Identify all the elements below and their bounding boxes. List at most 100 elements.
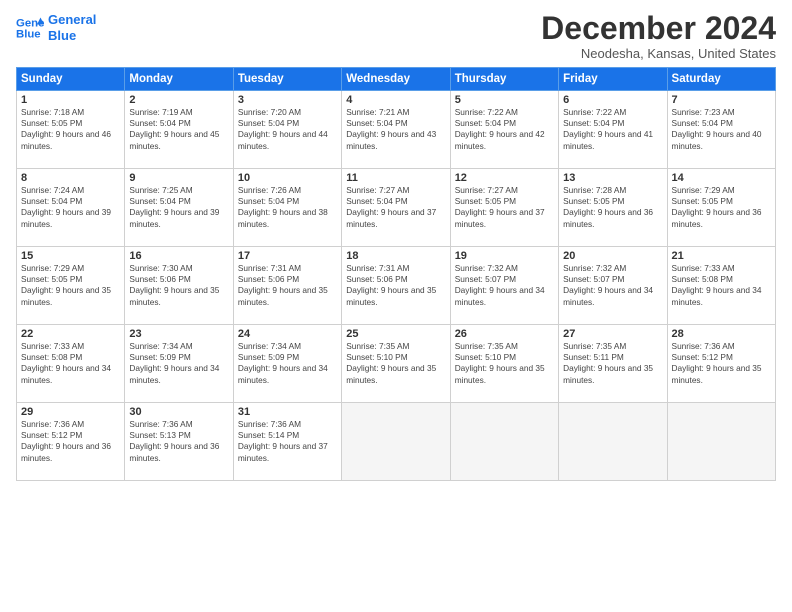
sunset-label: Sunset: 5:04 PM: [346, 118, 407, 128]
day-info: Sunrise: 7:28 AMSunset: 5:05 PMDaylight:…: [563, 185, 662, 230]
day-number: 2: [129, 94, 228, 106]
calendar-cell: 6 Sunrise: 7:22 AMSunset: 5:04 PMDayligh…: [559, 91, 667, 169]
day-info: Sunrise: 7:31 AMSunset: 5:06 PMDaylight:…: [346, 263, 445, 308]
weekday-header-monday: Monday: [125, 68, 233, 91]
calendar-cell: 11 Sunrise: 7:27 AMSunset: 5:04 PMDaylig…: [342, 169, 450, 247]
week-row-4: 22 Sunrise: 7:33 AMSunset: 5:08 PMDaylig…: [17, 325, 776, 403]
logo-line2: Blue: [48, 28, 76, 43]
day-info: Sunrise: 7:31 AMSunset: 5:06 PMDaylight:…: [238, 263, 337, 308]
sunset-label: Sunset: 5:07 PM: [455, 274, 516, 284]
sunset-label: Sunset: 5:04 PM: [129, 196, 190, 206]
day-info: Sunrise: 7:35 AMSunset: 5:10 PMDaylight:…: [346, 341, 445, 386]
weekday-header-saturday: Saturday: [667, 68, 775, 91]
sunrise-label: Sunrise: 7:36 AM: [129, 419, 192, 429]
sunset-label: Sunset: 5:10 PM: [346, 352, 407, 362]
day-number: 16: [129, 250, 228, 262]
calendar-cell: 26 Sunrise: 7:35 AMSunset: 5:10 PMDaylig…: [450, 325, 558, 403]
daylight-label: Daylight: 9 hours and 35 minutes.: [238, 285, 328, 306]
sunrise-label: Sunrise: 7:24 AM: [21, 185, 84, 195]
day-number: 28: [672, 328, 771, 340]
calendar-cell: 30 Sunrise: 7:36 AMSunset: 5:13 PMDaylig…: [125, 403, 233, 481]
calendar-cell: 21 Sunrise: 7:33 AMSunset: 5:08 PMDaylig…: [667, 247, 775, 325]
daylight-label: Daylight: 9 hours and 42 minutes.: [455, 129, 545, 150]
calendar-cell: 12 Sunrise: 7:27 AMSunset: 5:05 PMDaylig…: [450, 169, 558, 247]
calendar-cell: 1 Sunrise: 7:18 AMSunset: 5:05 PMDayligh…: [17, 91, 125, 169]
day-info: Sunrise: 7:29 AMSunset: 5:05 PMDaylight:…: [21, 263, 120, 308]
sunset-label: Sunset: 5:12 PM: [21, 430, 82, 440]
sunrise-label: Sunrise: 7:34 AM: [129, 341, 192, 351]
sunset-label: Sunset: 5:14 PM: [238, 430, 299, 440]
week-row-2: 8 Sunrise: 7:24 AMSunset: 5:04 PMDayligh…: [17, 169, 776, 247]
day-number: 25: [346, 328, 445, 340]
calendar-cell: [559, 403, 667, 481]
page-container: General Blue General Blue December 2024 …: [0, 0, 792, 489]
sunset-label: Sunset: 5:06 PM: [129, 274, 190, 284]
sunrise-label: Sunrise: 7:35 AM: [563, 341, 626, 351]
weekday-header-wednesday: Wednesday: [342, 68, 450, 91]
sunrise-label: Sunrise: 7:31 AM: [346, 263, 409, 273]
sunset-label: Sunset: 5:10 PM: [455, 352, 516, 362]
sunrise-label: Sunrise: 7:29 AM: [672, 185, 735, 195]
calendar-cell: 13 Sunrise: 7:28 AMSunset: 5:05 PMDaylig…: [559, 169, 667, 247]
sunrise-label: Sunrise: 7:18 AM: [21, 107, 84, 117]
day-info: Sunrise: 7:27 AMSunset: 5:05 PMDaylight:…: [455, 185, 554, 230]
sunset-label: Sunset: 5:08 PM: [672, 274, 733, 284]
sunrise-label: Sunrise: 7:22 AM: [563, 107, 626, 117]
day-number: 8: [21, 172, 120, 184]
day-info: Sunrise: 7:33 AMSunset: 5:08 PMDaylight:…: [672, 263, 771, 308]
header: General Blue General Blue December 2024 …: [16, 12, 776, 61]
daylight-label: Daylight: 9 hours and 36 minutes.: [672, 207, 762, 228]
day-info: Sunrise: 7:30 AMSunset: 5:06 PMDaylight:…: [129, 263, 228, 308]
daylight-label: Daylight: 9 hours and 34 minutes.: [455, 285, 545, 306]
day-number: 12: [455, 172, 554, 184]
day-info: Sunrise: 7:32 AMSunset: 5:07 PMDaylight:…: [563, 263, 662, 308]
sunrise-label: Sunrise: 7:26 AM: [238, 185, 301, 195]
sunset-label: Sunset: 5:04 PM: [672, 118, 733, 128]
sunrise-label: Sunrise: 7:25 AM: [129, 185, 192, 195]
sunset-label: Sunset: 5:04 PM: [21, 196, 82, 206]
daylight-label: Daylight: 9 hours and 43 minutes.: [346, 129, 436, 150]
calendar-cell: 23 Sunrise: 7:34 AMSunset: 5:09 PMDaylig…: [125, 325, 233, 403]
day-info: Sunrise: 7:18 AMSunset: 5:05 PMDaylight:…: [21, 107, 120, 152]
calendar-cell: 3 Sunrise: 7:20 AMSunset: 5:04 PMDayligh…: [233, 91, 341, 169]
calendar-cell: [667, 403, 775, 481]
calendar-body: 1 Sunrise: 7:18 AMSunset: 5:05 PMDayligh…: [17, 91, 776, 481]
sunset-label: Sunset: 5:12 PM: [672, 352, 733, 362]
daylight-label: Daylight: 9 hours and 35 minutes.: [563, 363, 653, 384]
sunrise-label: Sunrise: 7:20 AM: [238, 107, 301, 117]
logo-icon: General Blue: [16, 14, 44, 42]
day-info: Sunrise: 7:19 AMSunset: 5:04 PMDaylight:…: [129, 107, 228, 152]
day-info: Sunrise: 7:23 AMSunset: 5:04 PMDaylight:…: [672, 107, 771, 152]
calendar-cell: 25 Sunrise: 7:35 AMSunset: 5:10 PMDaylig…: [342, 325, 450, 403]
day-number: 30: [129, 406, 228, 418]
day-info: Sunrise: 7:36 AMSunset: 5:14 PMDaylight:…: [238, 419, 337, 464]
daylight-label: Daylight: 9 hours and 35 minutes.: [346, 285, 436, 306]
day-number: 11: [346, 172, 445, 184]
sunset-label: Sunset: 5:07 PM: [563, 274, 624, 284]
sunset-label: Sunset: 5:05 PM: [21, 118, 82, 128]
day-number: 9: [129, 172, 228, 184]
day-number: 17: [238, 250, 337, 262]
daylight-label: Daylight: 9 hours and 46 minutes.: [21, 129, 111, 150]
week-row-3: 15 Sunrise: 7:29 AMSunset: 5:05 PMDaylig…: [17, 247, 776, 325]
day-info: Sunrise: 7:25 AMSunset: 5:04 PMDaylight:…: [129, 185, 228, 230]
daylight-label: Daylight: 9 hours and 37 minutes.: [238, 441, 328, 462]
sunset-label: Sunset: 5:06 PM: [346, 274, 407, 284]
daylight-label: Daylight: 9 hours and 41 minutes.: [563, 129, 653, 150]
calendar-cell: 17 Sunrise: 7:31 AMSunset: 5:06 PMDaylig…: [233, 247, 341, 325]
day-number: 22: [21, 328, 120, 340]
sunset-label: Sunset: 5:11 PM: [563, 352, 624, 362]
daylight-label: Daylight: 9 hours and 34 minutes.: [672, 285, 762, 306]
location: Neodesha, Kansas, United States: [541, 46, 776, 61]
sunrise-label: Sunrise: 7:22 AM: [455, 107, 518, 117]
sunrise-label: Sunrise: 7:35 AM: [455, 341, 518, 351]
calendar-cell: 15 Sunrise: 7:29 AMSunset: 5:05 PMDaylig…: [17, 247, 125, 325]
sunrise-label: Sunrise: 7:32 AM: [455, 263, 518, 273]
sunrise-label: Sunrise: 7:36 AM: [238, 419, 301, 429]
sunrise-label: Sunrise: 7:33 AM: [672, 263, 735, 273]
logo-text: General Blue: [48, 12, 96, 43]
sunrise-label: Sunrise: 7:27 AM: [455, 185, 518, 195]
sunrise-label: Sunrise: 7:21 AM: [346, 107, 409, 117]
calendar-cell: 16 Sunrise: 7:30 AMSunset: 5:06 PMDaylig…: [125, 247, 233, 325]
sunset-label: Sunset: 5:04 PM: [129, 118, 190, 128]
